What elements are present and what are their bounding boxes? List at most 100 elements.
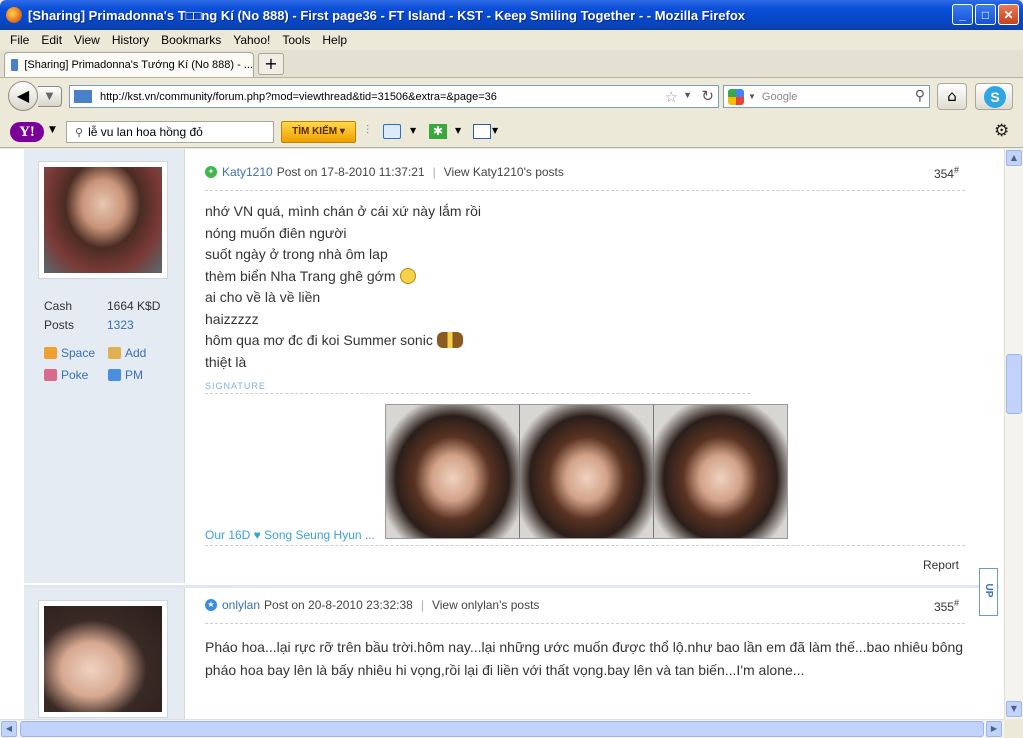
messenger-dropdown-icon[interactable]: ▼ [455, 126, 461, 135]
forward-dropdown-button[interactable]: ▼ [38, 86, 62, 107]
menu-history[interactable]: History [106, 33, 155, 47]
stat-value: 1664 K$D [107, 299, 161, 313]
message-line: pháo hoa bay lên là bấy nhiêu hi vọng,rồ… [205, 661, 805, 678]
google-logo-icon[interactable] [728, 88, 744, 105]
message-line: suốt ngày ở trong nhà ôm lap [205, 246, 388, 262]
space-link-label: Space [61, 346, 96, 360]
search-icon: ⚲ [75, 126, 84, 139]
message-line: nóng muốn điên người [205, 224, 347, 241]
gear-icon[interactable]: ⚙ [994, 121, 1009, 141]
post-number[interactable]: 354# [934, 165, 959, 181]
minimize-button[interactable]: _ [952, 4, 973, 25]
report-link[interactable]: Report [923, 558, 959, 572]
url-text: http://kst.vn/community/forum.php?mod=vi… [100, 90, 497, 103]
reload-icon[interactable]: ↻ [701, 87, 714, 105]
yahoo-toolbar: Y! ▼ ⚲ lễ vu lan hoa hồng đỏ TÌM KIẾM ▾ … [0, 116, 1023, 148]
message-line: thèm biển Nha Trang ghê gớm [205, 267, 396, 284]
handshake-icon [108, 347, 121, 359]
yahoo-logo-icon[interactable]: Y! [10, 122, 44, 142]
navigation-bar: ◀ ▼ http://kst.vn/community/forum.php?mo… [0, 78, 1023, 116]
separator: | [420, 598, 424, 612]
home-icon [44, 347, 57, 359]
message-line: hôm qua mơ đc đi koi Summer sonic [205, 332, 433, 348]
poke-link[interactable]: Poke [44, 368, 108, 382]
content-margin [0, 149, 24, 719]
menu-file[interactable]: File [4, 33, 35, 47]
scroll-left-arrow-icon[interactable]: ◀ [1, 721, 17, 737]
vertical-scroll-thumb[interactable] [1006, 354, 1022, 414]
add-friend-link[interactable]: Add [108, 346, 172, 360]
signature-photo [654, 405, 787, 538]
menu-edit[interactable]: Edit [35, 33, 68, 47]
avatar[interactable] [38, 161, 168, 279]
home-icon: ⌂ [947, 87, 957, 105]
signature-photo [520, 405, 654, 538]
yahoo-search-button[interactable]: TÌM KIẾM ▾ [281, 121, 356, 143]
bookmarks-dropdown-icon[interactable]: ▼ [492, 126, 498, 135]
author-name-link[interactable]: onlylan [222, 598, 260, 612]
space-link[interactable]: Space [44, 346, 108, 360]
scroll-to-top-button[interactable]: UP [979, 568, 998, 616]
poke-icon [44, 369, 57, 381]
post-timestamp: Post on 20-8-2010 23:32:38 [264, 598, 413, 612]
firefox-logo-icon [6, 7, 22, 23]
menu-bookmarks[interactable]: Bookmarks [155, 33, 227, 47]
yahoo-search-button-label: TÌM KIẾM [292, 126, 338, 137]
messenger-icon[interactable]: ✱ [429, 124, 447, 139]
message-line: thiệt là [205, 353, 247, 370]
search-icon[interactable]: ⚲ [915, 87, 925, 104]
message-line: Pháo hoa...lại rực rỡ trên bầu trời.hôm … [205, 639, 964, 655]
toolbar-separator-icon: ⫶ [366, 123, 370, 137]
maximize-button[interactable]: □ [975, 4, 996, 25]
close-button[interactable]: ✕ [998, 4, 1019, 25]
menu-view[interactable]: View [68, 33, 106, 47]
signature-label: SIGNATURE [205, 381, 750, 394]
message-line: nhớ VN quá, mình chán ở cái xứ này lắm r… [205, 203, 481, 219]
skype-button[interactable]: S [975, 83, 1013, 110]
menu-tools[interactable]: Tools [276, 33, 316, 47]
back-button[interactable]: ◀ [8, 81, 38, 111]
signature-image[interactable] [385, 404, 788, 539]
scroll-right-arrow-icon[interactable]: ▶ [986, 721, 1002, 737]
post-number[interactable]: 355# [934, 598, 959, 614]
vertical-scrollbar[interactable]: ▲ ▼ [1004, 149, 1023, 719]
stat-row: Posts 1323 [44, 318, 160, 337]
yahoo-menu-dropdown-icon[interactable]: ▼ [49, 125, 56, 135]
horizontal-scroll-thumb[interactable] [20, 721, 984, 737]
chevron-down-icon: ▼ [45, 91, 54, 102]
forum-post: ★ onlylan Post on 20-8-2010 23:32:38 | V… [24, 585, 999, 719]
author-name-link[interactable]: Katy1210 [222, 165, 273, 179]
window-title: [Sharing] Primadonna's T□□ng Kí (No 888)… [28, 7, 746, 23]
bookmark-star-icon[interactable]: ☆ [665, 88, 678, 106]
scroll-down-arrow-icon[interactable]: ▼ [1006, 701, 1022, 717]
tab-label: [Sharing] Primadonna's Tướng Kí (No 888)… [24, 59, 253, 71]
stat-row: Cash 1664 K$D [44, 299, 160, 318]
poke-link-label: Poke [61, 368, 89, 382]
mail-icon[interactable] [383, 124, 401, 139]
mail-dropdown-icon[interactable]: ▼ [410, 126, 416, 135]
yahoo-search-input[interactable]: ⚲ lễ vu lan hoa hồng đỏ [66, 121, 274, 143]
bookmarks-icon[interactable] [473, 124, 491, 139]
pm-link[interactable]: PM [108, 368, 172, 382]
scroll-up-arrow-icon[interactable]: ▲ [1006, 150, 1022, 166]
search-engine-bar[interactable]: ▼ Google ⚲ [723, 85, 930, 108]
view-posts-link[interactable]: View Katy1210's posts [444, 165, 564, 179]
search-engine-dropdown-icon[interactable]: ▼ [748, 92, 756, 101]
view-posts-link[interactable]: View onlylan's posts [432, 598, 539, 612]
party-emoji-icon [436, 332, 463, 348]
address-bar[interactable]: http://kst.vn/community/forum.php?mod=vi… [69, 85, 719, 108]
new-tab-button[interactable]: + [258, 53, 284, 75]
envelope-icon [108, 369, 121, 381]
menu-yahoo[interactable]: Yahoo! [227, 33, 276, 47]
signature-text[interactable]: Our 16D ♥ Song Seung Hyun ... [205, 528, 375, 542]
menu-help[interactable]: Help [316, 33, 353, 47]
avatar[interactable] [38, 600, 168, 718]
stat-value[interactable]: 1323 [107, 318, 134, 337]
horizontal-scrollbar[interactable]: ◀ ▶ [0, 719, 1004, 738]
separator: | [432, 165, 436, 179]
back-arrow-icon: ◀ [16, 86, 30, 105]
tab-active[interactable]: [Sharing] Primadonna's Tướng Kí (No 888)… [4, 52, 254, 77]
home-button[interactable]: ⌂ [937, 83, 967, 110]
post-header: ★ onlylan Post on 20-8-2010 23:32:38 | V… [205, 598, 965, 624]
url-history-dropdown-icon[interactable]: ▼ [683, 90, 692, 100]
